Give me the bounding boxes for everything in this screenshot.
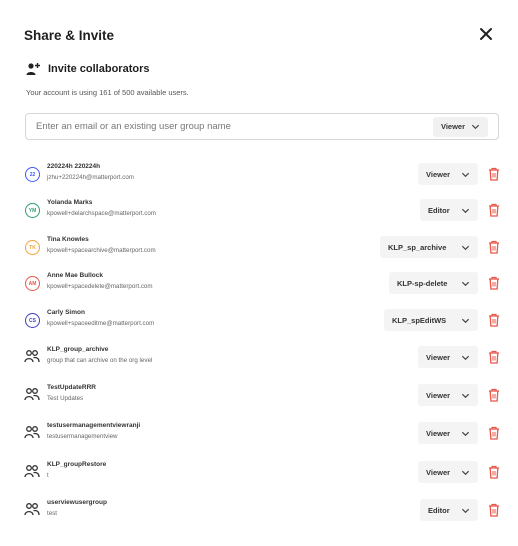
- group-description: testusermanagementview: [47, 433, 118, 440]
- member-role-select[interactable]: Viewer: [418, 422, 478, 444]
- invite-search-box: Viewer: [25, 113, 499, 140]
- chevron-down-icon: [461, 172, 470, 177]
- chevron-down-icon: [461, 431, 470, 436]
- group-description: t: [47, 472, 49, 479]
- invite-heading-label: Invite collaborators: [48, 63, 150, 75]
- chevron-down-icon: [461, 281, 470, 286]
- close-button[interactable]: [476, 24, 496, 44]
- chevron-down-icon: [461, 208, 470, 213]
- member-role-value: Viewer: [426, 467, 451, 477]
- user-usage-text: Your account is using 161 of 500 availab…: [26, 88, 189, 97]
- chevron-down-icon: [461, 470, 470, 475]
- member-row: AM Anne Mae Bullock kpowell+spacedelete@ma…: [0, 272, 518, 310]
- chevron-down-icon: [471, 124, 480, 130]
- delete-icon[interactable]: [488, 240, 500, 254]
- member-email: kpowell+spacearchive@matterport.com: [47, 247, 156, 254]
- avatar: CS: [25, 313, 40, 328]
- member-role-select[interactable]: Viewer: [418, 461, 478, 483]
- member-row: CS Carly Simon kpowell+spaceeditme@matterp…: [0, 309, 518, 347]
- member-role-value: Editor: [428, 205, 450, 215]
- close-icon: [480, 28, 492, 40]
- chevron-down-icon: [461, 245, 470, 250]
- user-group-icon: [24, 503, 40, 516]
- member-row: KLP_group_archivegroup that can archive …: [0, 346, 518, 384]
- member-role-select[interactable]: Editor: [420, 199, 478, 221]
- group-description: group that can archive on the org level: [47, 357, 153, 364]
- member-role-select[interactable]: KLP-sp-delete: [389, 272, 478, 294]
- chevron-down-icon: [461, 393, 470, 398]
- delete-icon[interactable]: [488, 203, 500, 217]
- member-role-value: Viewer: [426, 169, 451, 179]
- member-role-value: KLP_spEditWS: [392, 315, 447, 325]
- chevron-down-icon: [461, 318, 470, 323]
- invite-search-input[interactable]: [36, 121, 433, 132]
- member-name: Anne Mae Bullock: [47, 272, 103, 279]
- dialog-title: Share & Invite: [24, 28, 115, 43]
- delete-icon[interactable]: [488, 313, 500, 327]
- avatar: 22: [25, 167, 40, 182]
- avatar: TK: [25, 240, 40, 255]
- member-name: 220224h 220224h: [47, 163, 101, 170]
- member-row: YM Yolanda Marks kpowell+delarchspace@matt…: [0, 199, 518, 237]
- chevron-down-icon: [461, 355, 470, 360]
- invite-collaborators-heading: Invite collaborators: [26, 62, 149, 76]
- member-email: kpowell+delarchspace@matterport.com: [47, 210, 156, 217]
- member-role-select[interactable]: Viewer: [418, 346, 478, 368]
- member-row: KLP_groupRestoret Viewer: [0, 461, 518, 499]
- delete-icon[interactable]: [488, 465, 500, 479]
- member-role-value: Viewer: [426, 352, 451, 362]
- member-email: kpowell+spaceeditme@matterport.com: [47, 320, 155, 327]
- add-user-icon: [26, 63, 40, 75]
- delete-icon[interactable]: [488, 276, 500, 290]
- member-name: Yolanda Marks: [47, 199, 93, 206]
- user-group-icon: [24, 426, 40, 439]
- invite-role-select[interactable]: Viewer: [432, 116, 488, 137]
- user-group-icon: [24, 388, 40, 401]
- invite-role-value: Viewer: [440, 122, 465, 131]
- member-name: Tina Knowles: [47, 236, 89, 243]
- member-row: userviewusergroup test Editor: [0, 499, 518, 537]
- member-row: testusermanagementviewranji testusermanag…: [0, 422, 518, 460]
- member-role-value: Editor: [428, 505, 450, 515]
- user-group-icon: [24, 350, 40, 363]
- member-role-value: KLP_sp_archive: [388, 242, 447, 252]
- delete-icon[interactable]: [488, 167, 500, 181]
- member-role-select[interactable]: Editor: [420, 499, 478, 521]
- member-name: testusermanagementviewranji: [47, 422, 141, 429]
- member-name: userviewusergroup: [47, 499, 107, 506]
- member-role-select[interactable]: Viewer: [418, 163, 478, 185]
- member-name: KLP_groupRestore: [47, 461, 107, 468]
- delete-icon[interactable]: [488, 503, 500, 517]
- member-name: KLP_group_archive: [47, 346, 109, 353]
- delete-icon[interactable]: [488, 426, 500, 440]
- group-description: Test Updates: [47, 395, 84, 402]
- member-role-select[interactable]: KLP_sp_archive: [380, 236, 478, 258]
- member-role-value: Viewer: [426, 390, 451, 400]
- delete-icon[interactable]: [488, 388, 500, 402]
- member-role-value: KLP-sp-delete: [397, 278, 448, 288]
- member-email: jzhu+220224h@matterport.com: [47, 174, 134, 181]
- member-role-select[interactable]: Viewer: [418, 384, 478, 406]
- member-name: Carly Simon: [47, 309, 85, 316]
- chevron-down-icon: [461, 508, 470, 513]
- member-email: kpowell+spacedelete@matterport.com: [47, 283, 153, 290]
- user-group-icon: [24, 465, 40, 478]
- member-row: TK Tina Knowles kpowell+spacearchive@matte…: [0, 236, 518, 274]
- group-description: test: [47, 510, 57, 517]
- avatar: YM: [25, 203, 40, 218]
- member-role-value: Viewer: [426, 428, 451, 438]
- member-row: 22 220224h 220224h jzhu+220224h@matterport…: [0, 163, 518, 201]
- share-invite-dialog: Share & Invite Invite collaborators Your…: [0, 0, 518, 546]
- member-row: TestUpdateRRR Test Updates Viewer: [0, 384, 518, 422]
- avatar: AM: [25, 276, 40, 291]
- member-role-select[interactable]: KLP_spEditWS: [384, 309, 478, 331]
- member-name: TestUpdateRRR: [47, 384, 96, 391]
- delete-icon[interactable]: [488, 350, 500, 364]
